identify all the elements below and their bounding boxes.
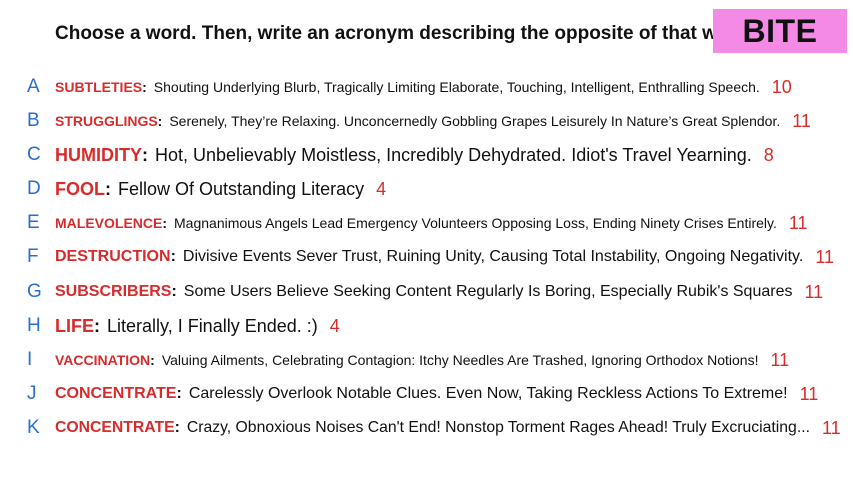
entry-letter: A bbox=[27, 76, 40, 97]
entry-letter: F bbox=[27, 246, 39, 267]
entry-acronym: Serenely, They’re Relaxing. Unconcernedl… bbox=[169, 113, 781, 129]
entry-letter: C bbox=[27, 144, 41, 165]
entry-letter: B bbox=[27, 110, 40, 131]
entry-letter: K bbox=[27, 417, 40, 438]
entry-row-d: D FOOL: Fellow Of Outstanding Literacy 4 bbox=[27, 178, 387, 199]
entry-row-g: G SUBSCRIBERS: Some Users Believe Seekin… bbox=[27, 281, 824, 302]
entry-word: MALEVOLENCE bbox=[55, 215, 163, 231]
entry-score: 4 bbox=[376, 178, 387, 199]
entry-word: DESTRUCTION bbox=[55, 248, 171, 265]
entry-row-e: E MALEVOLENCE: Magnanimous Angels Lead E… bbox=[27, 212, 808, 233]
entry-score: 11 bbox=[815, 246, 834, 267]
entry-word: HUMIDITY bbox=[55, 144, 142, 165]
entry-word: STRUGGLINGS bbox=[55, 113, 158, 129]
entry-score: 10 bbox=[771, 76, 792, 97]
entry-letter: J bbox=[27, 383, 37, 404]
entry-row-a: A SUBTLETIES: Shouting Underlying Blurb,… bbox=[27, 76, 792, 97]
entry-row-b: B STRUGGLINGS: Serenely, They’re Relaxin… bbox=[27, 110, 811, 131]
entry-row-k: K CONCENTRATE: Crazy, Obnoxious Noises C… bbox=[27, 417, 841, 438]
entry-score: 4 bbox=[329, 315, 340, 336]
entry-acronym: Crazy, Obnoxious Noises Can't End! Nonst… bbox=[186, 419, 810, 436]
entry-score: 11 bbox=[799, 383, 819, 404]
entry-acronym: Magnanimous Angels Lead Emergency Volunt… bbox=[174, 215, 777, 231]
entry-row-i: I VACCINATION: Valuing Ailments, Celebra… bbox=[27, 349, 790, 370]
entry-score: 11 bbox=[821, 417, 841, 438]
entry-score: 11 bbox=[792, 110, 811, 131]
entry-acronym: Valuing Ailments, Celebrating Contagion:… bbox=[161, 352, 759, 368]
entry-acronym: Literally, I Finally Ended. :) bbox=[107, 315, 318, 336]
entry-letter: E bbox=[27, 212, 40, 233]
entry-score: 11 bbox=[788, 212, 808, 233]
entry-word: SUBTLETIES bbox=[55, 79, 143, 95]
entry-letter: D bbox=[27, 178, 41, 199]
entry-acronym: Shouting Underlying Blurb, Tragically Li… bbox=[153, 79, 760, 95]
entry-score: 11 bbox=[804, 281, 824, 302]
entry-acronym: Divisive Events Sever Trust, Ruining Uni… bbox=[182, 248, 804, 265]
entry-acronym: Fellow Of Outstanding Literacy bbox=[118, 178, 365, 199]
bite-badge: BITE bbox=[713, 9, 847, 53]
entry-word: SUBSCRIBERS bbox=[55, 283, 172, 300]
entry-row-h: H LIFE: Literally, I Finally Ended. :) 4 bbox=[27, 315, 340, 336]
entry-acronym: Carelessly Overlook Notable Clues. Even … bbox=[188, 385, 788, 402]
entry-word: FOOL bbox=[55, 178, 105, 199]
entry-score: 8 bbox=[763, 144, 774, 165]
entry-row-c: C HUMIDITY: Hot, Unbelievably Moistless,… bbox=[27, 144, 774, 165]
entry-row-j: J CONCENTRATE: Carelessly Overlook Notab… bbox=[27, 383, 819, 404]
entry-acronym: Hot, Unbelievably Moistless, Incredibly … bbox=[155, 144, 752, 165]
entry-word: LIFE bbox=[55, 315, 94, 336]
entry-acronym: Some Users Believe Seeking Content Regul… bbox=[183, 283, 793, 300]
entry-word: CONCENTRATE bbox=[55, 385, 177, 402]
entry-letter: I bbox=[27, 349, 33, 370]
entry-row-f: F DESTRUCTION: Divisive Events Sever Tru… bbox=[27, 246, 834, 267]
entry-letter: G bbox=[27, 281, 42, 302]
entry-word: VACCINATION bbox=[55, 352, 151, 368]
entry-word: CONCENTRATE bbox=[55, 419, 175, 436]
entry-letter: H bbox=[27, 315, 41, 336]
entry-score: 11 bbox=[770, 349, 790, 370]
prompt-text: Choose a word. Then, write an acronym de… bbox=[55, 23, 754, 44]
